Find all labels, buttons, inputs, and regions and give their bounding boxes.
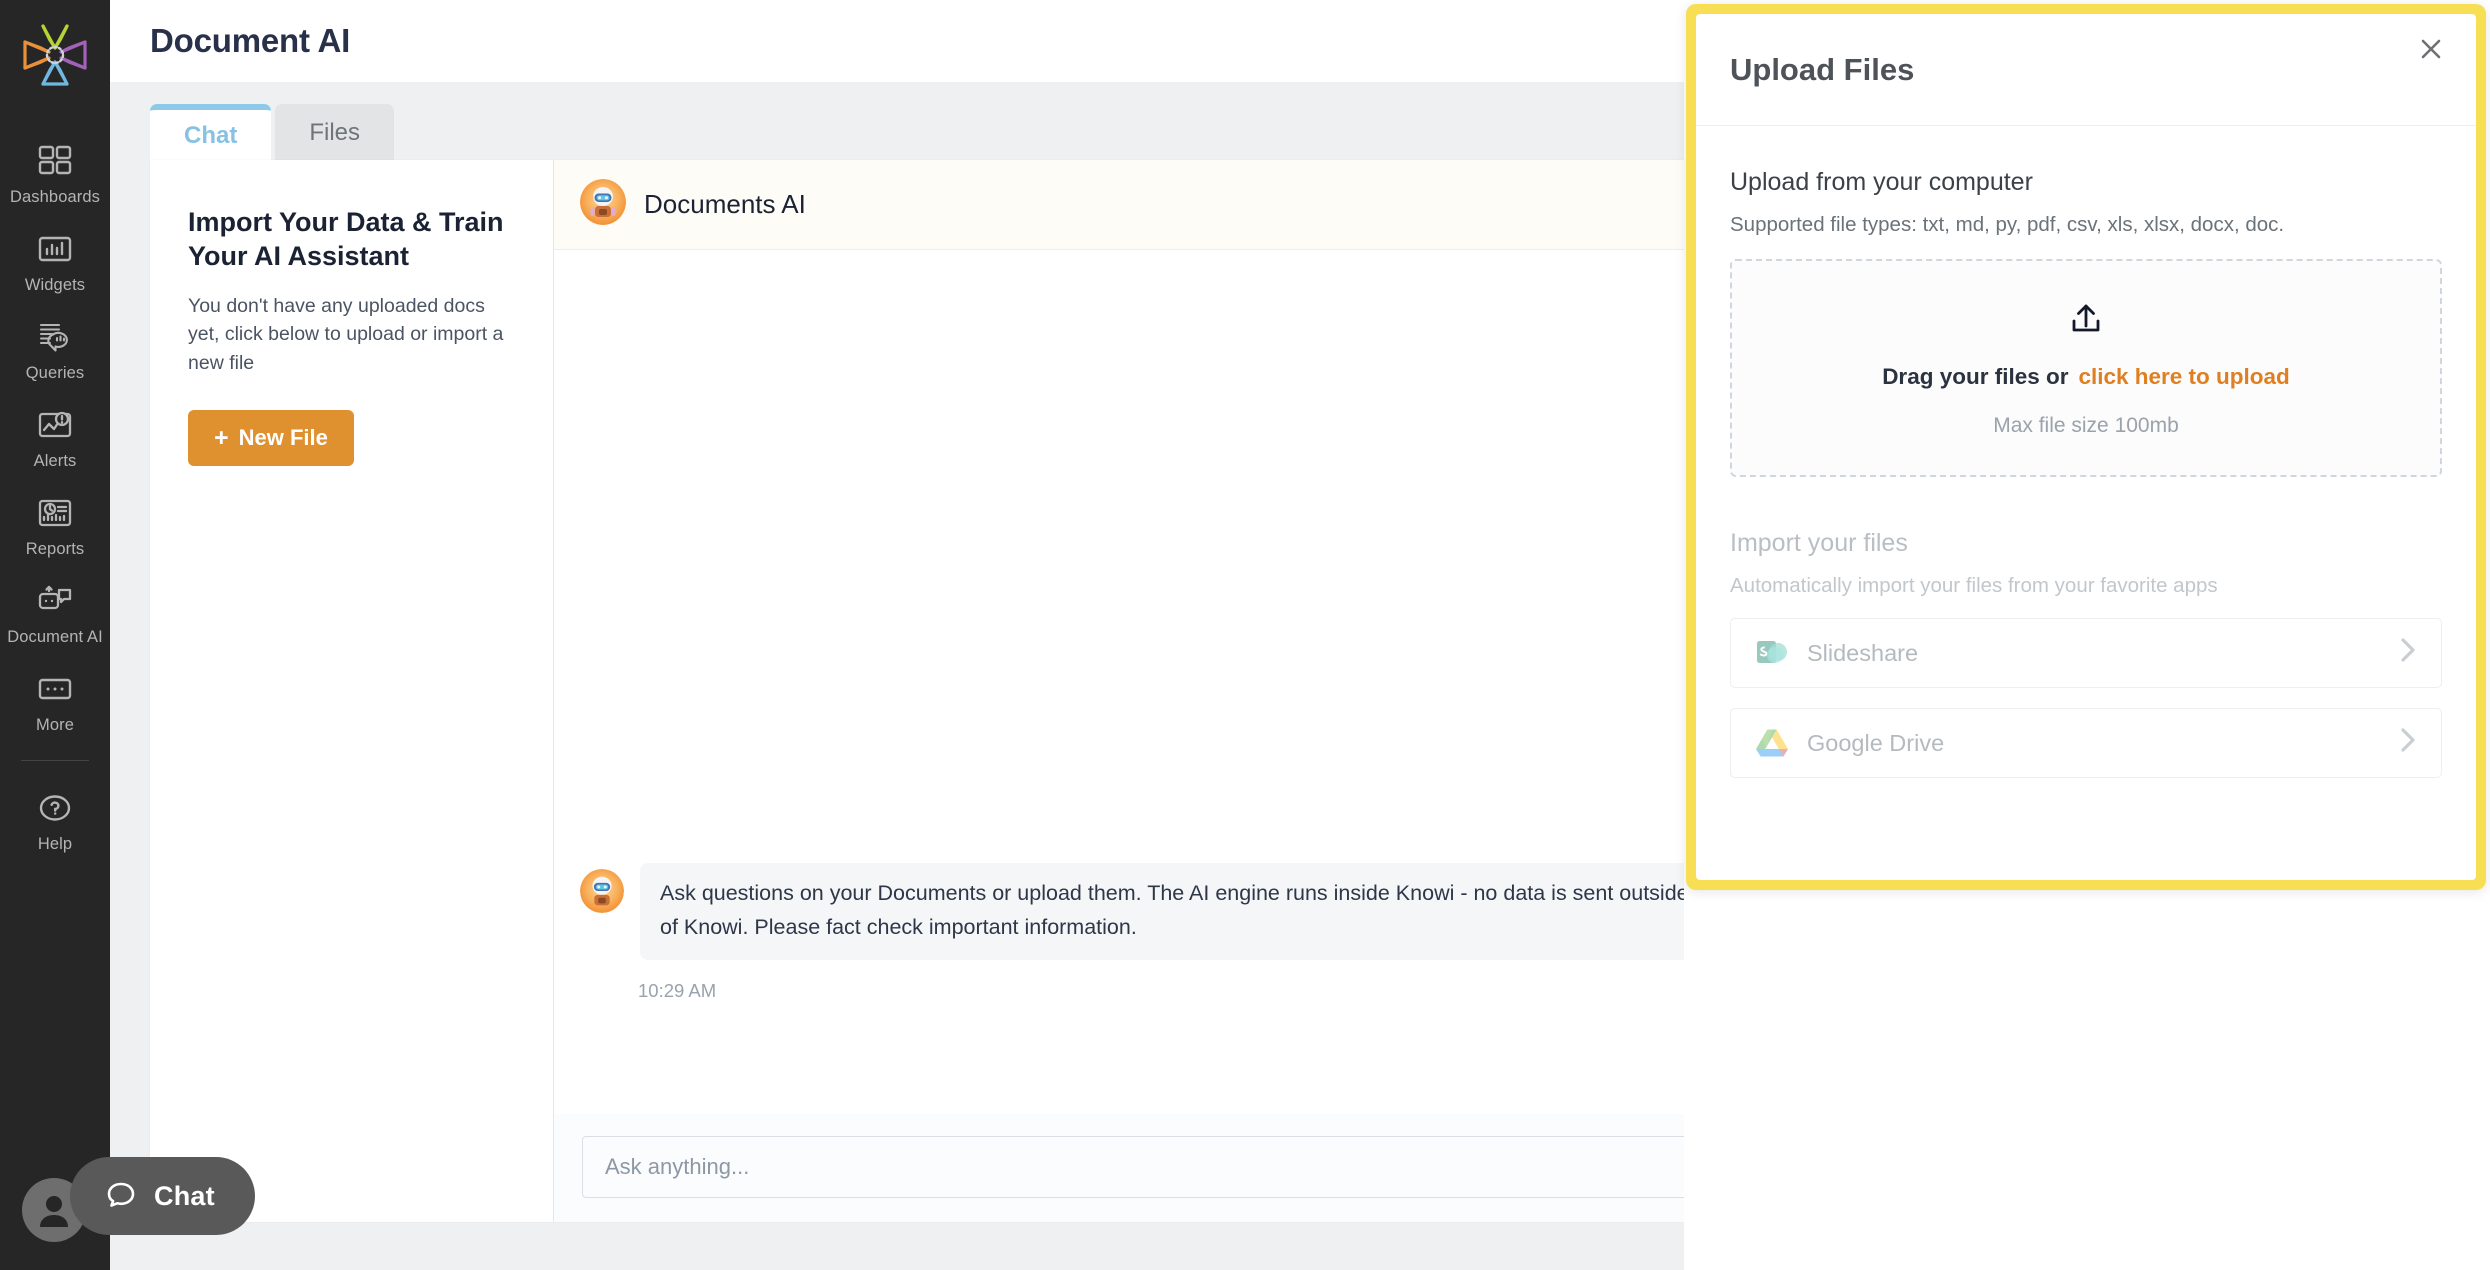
import-app-slideshare[interactable]: Slideshare (1730, 618, 2442, 688)
bar-chart-icon (32, 227, 78, 271)
new-file-button[interactable]: + New File (188, 410, 354, 466)
question-circle-icon (32, 786, 78, 830)
new-file-button-label: New File (239, 425, 328, 451)
sidebar-item-label: Queries (26, 364, 84, 383)
dropzone-text: Drag your files or (1882, 364, 2068, 390)
tab-files[interactable]: Files (275, 104, 394, 162)
upload-section-heading: Upload from your computer (1730, 168, 2442, 197)
message-text: Ask questions on your Documents or uploa… (640, 863, 1720, 960)
import-app-label: Google Drive (1807, 730, 2397, 757)
chevron-right-icon (2397, 725, 2419, 761)
import-panel: Import Your Data & Train Your AI Assista… (150, 160, 553, 1222)
sidebar-item-alerts[interactable]: Alerts (0, 392, 110, 480)
import-panel-subtitle: You don't have any uploaded docs yet, cl… (188, 292, 513, 379)
plus-icon: + (214, 426, 229, 451)
max-file-size-label: Max file size 100mb (1993, 414, 2179, 438)
sidebar-item-widgets[interactable]: Widgets (0, 216, 110, 304)
sidebar-item-dashboards[interactable]: Dashboards (0, 128, 110, 216)
slideshare-icon (1755, 636, 1789, 670)
sidebar-item-label: More (36, 716, 74, 735)
sidebar-item-reports[interactable]: Reports (0, 480, 110, 568)
sidebar-item-label: Help (38, 835, 72, 854)
chat-widget-button[interactable]: Chat (70, 1157, 255, 1235)
robot-avatar-icon (580, 869, 624, 918)
query-list-icon (32, 315, 78, 359)
supported-file-types: Supported file types: txt, md, py, pdf, … (1730, 213, 2442, 237)
upload-files-modal: Upload Files Upload from your computer S… (1686, 4, 2486, 890)
import-app-google-drive[interactable]: Google Drive (1730, 708, 2442, 778)
modal-titlebar: Upload Files (1696, 14, 2476, 126)
sidebar-item-label: Document AI (7, 628, 103, 647)
document-ai-robot-icon (32, 579, 78, 623)
upload-icon (2065, 299, 2107, 346)
close-icon[interactable] (2408, 26, 2454, 72)
robot-avatar-icon (580, 179, 626, 230)
modal-title: Upload Files (1730, 52, 1914, 88)
chat-bubble-icon (104, 1179, 138, 1213)
file-dropzone[interactable]: Drag your files or click here to upload … (1730, 259, 2442, 477)
sidebar-item-label: Widgets (25, 276, 85, 295)
chevron-right-icon (2397, 635, 2419, 671)
tab-bar: Chat Files (150, 102, 394, 162)
sidebar-item-document-ai[interactable]: Document AI (0, 568, 110, 656)
import-app-label: Slideshare (1807, 640, 2397, 667)
modal-body: Upload from your computer Supported file… (1696, 126, 2476, 778)
chat-widget-label: Chat (154, 1181, 215, 1212)
import-panel-title: Import Your Data & Train Your AI Assista… (188, 206, 513, 274)
click-here-to-upload-link[interactable]: click here to upload (2078, 364, 2289, 390)
chat-assistant-name: Documents AI (644, 189, 806, 220)
alert-chart-icon (32, 403, 78, 447)
report-clock-icon (32, 491, 78, 535)
sidebar-item-label: Reports (26, 540, 84, 559)
sidebar-item-queries[interactable]: Queries (0, 304, 110, 392)
google-drive-icon (1755, 726, 1789, 760)
sidebar-item-label: Alerts (34, 452, 77, 471)
tab-chat[interactable]: Chat (150, 104, 271, 162)
page-title: Document AI (150, 22, 350, 60)
grid-icon (32, 139, 78, 183)
sidebar-item-help[interactable]: Help (0, 775, 110, 863)
knowi-star-logo[interactable] (19, 18, 91, 90)
import-section-subheading: Automatically import your files from you… (1730, 574, 2442, 598)
sidebar-item-label: Dashboards (10, 188, 100, 207)
sidebar-item-more[interactable]: More (0, 656, 110, 744)
ellipsis-icon (32, 667, 78, 711)
sidebar-divider (21, 760, 89, 761)
import-section-heading: Import your files (1730, 529, 2442, 558)
sidebar: Dashboards Widgets Queries (0, 0, 110, 1270)
